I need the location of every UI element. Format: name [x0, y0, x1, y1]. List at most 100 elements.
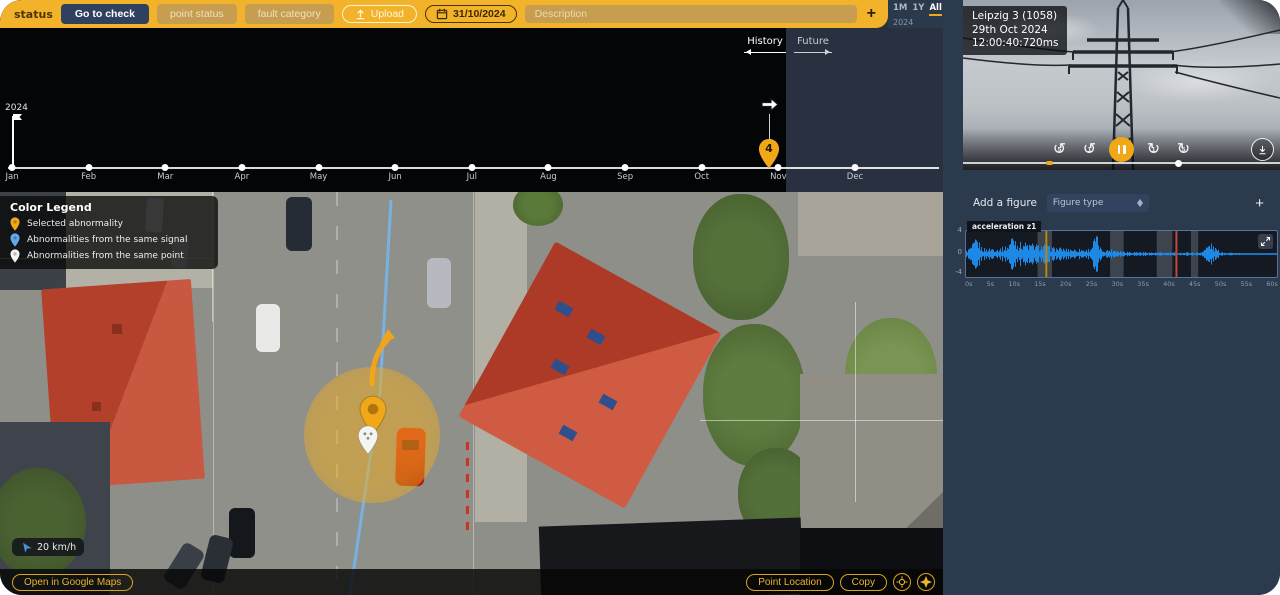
add-figure-button[interactable]: + [1249, 195, 1270, 212]
timeline-point-mar[interactable] [162, 164, 169, 171]
upload-button[interactable]: Upload [342, 5, 417, 23]
x-tick-label: 0s [965, 280, 973, 288]
point-location-button[interactable]: Point Location [746, 574, 833, 591]
timeline-point-feb[interactable] [85, 164, 92, 171]
camera-date: 29th Oct 2024 [972, 24, 1058, 38]
skip-back-1-button[interactable]: ↺1 [1079, 139, 1100, 160]
chart-xticks: 0s5s10s15s20s25s30s35s40s45s50s55s60s [965, 280, 1278, 288]
upload-icon [355, 9, 366, 20]
x-tick-label: 50s [1215, 280, 1227, 288]
expand-icon [1260, 236, 1271, 247]
speed-badge: 20 km/h [12, 538, 84, 556]
timeline-month-label: Jan [5, 172, 18, 182]
map-pin-icon [10, 233, 20, 247]
jump-to-event-button[interactable] [760, 96, 780, 113]
timeline-month-label: Apr [235, 172, 250, 182]
map-bottom-bar: Open in Google Maps Point Location Copy [0, 569, 943, 595]
range-option-1y[interactable]: 1Y [912, 3, 924, 16]
status-label: status [14, 8, 53, 21]
camera-view[interactable]: Leipzig 3 (1058) 29th Oct 2024 12:00:40:… [963, 0, 1280, 170]
timeline-point-oct[interactable] [698, 164, 705, 171]
selected-date-marker[interactable]: 4 [758, 138, 780, 168]
x-tick-label: 40s [1163, 280, 1175, 288]
timeline-month-label: Dec [847, 172, 863, 182]
x-tick-label: 35s [1137, 280, 1149, 288]
x-tick-label: 55s [1240, 280, 1252, 288]
x-tick-label: 10s [1008, 280, 1020, 288]
app-window: History Future 2024 JanFebMarAprMayJunJu… [0, 0, 1280, 595]
open-google-maps-button[interactable]: Open in Google Maps [12, 574, 133, 591]
x-tick-label: 25s [1086, 280, 1098, 288]
map-actions: Point Location Copy [746, 573, 935, 591]
y-tick-label: -4 [947, 268, 962, 276]
range-option-all[interactable]: All [929, 3, 941, 16]
timeline-point-aug[interactable] [545, 164, 552, 171]
waveform-canvas[interactable] [966, 231, 1277, 277]
add-figure-label: Add a figure [973, 197, 1037, 209]
y-tick-label: 4 [947, 226, 962, 234]
skip-amount-label: 1 [1088, 147, 1092, 154]
download-icon [1258, 144, 1267, 156]
x-tick-label: 45s [1189, 280, 1201, 288]
timeline-point-jun[interactable] [392, 164, 399, 171]
compass-button[interactable] [917, 573, 935, 591]
pause-button[interactable] [1109, 137, 1134, 162]
copy-button[interactable]: Copy [840, 574, 887, 591]
chart-title: acceleration z1 [967, 221, 1041, 232]
range-option-1m[interactable]: 1M [893, 3, 907, 16]
legend-item: Selected abnormality [10, 217, 210, 231]
go-to-check-button[interactable]: Go to check [61, 4, 149, 24]
map-satellite-view[interactable]: Color Legend Selected abnormalityAbnorma… [0, 192, 943, 595]
skip-back-5-button[interactable]: ↺5 [1049, 139, 1070, 160]
skip-amount-label: 5 [1058, 147, 1062, 154]
map-pin-icon [357, 425, 379, 455]
map-pin-icon [10, 217, 20, 231]
compass-icon [920, 576, 932, 588]
skip-forward-5-button[interactable]: ↻5 [1173, 139, 1194, 160]
crosshair-icon [896, 576, 908, 588]
timeline-point-apr[interactable] [238, 164, 245, 171]
skip-amount-label: 1 [1152, 147, 1156, 154]
timeline-point-jan[interactable] [9, 164, 16, 171]
pause-icon [1118, 145, 1121, 154]
timeline-panel: History Future 2024 JanFebMarAprMayJunJu… [0, 0, 943, 192]
fault-category-button[interactable]: fault category [245, 4, 334, 24]
timeline-month-label: Oct [694, 172, 709, 182]
timeline-point-jul[interactable] [468, 164, 475, 171]
chevron-updown-icon [1137, 196, 1143, 210]
arrow-right-icon [760, 96, 780, 113]
figure-type-select[interactable]: Figure type [1047, 194, 1149, 212]
center-target-button[interactable] [893, 573, 911, 591]
timeline-year-label: 2024 [5, 103, 28, 113]
video-progress-bar[interactable] [963, 162, 1280, 164]
x-tick-label: 15s [1034, 280, 1046, 288]
abnormality-count-badge: 4 [758, 142, 780, 155]
timeline-month-label: Nov [770, 172, 787, 182]
tab-future[interactable]: Future [794, 36, 832, 53]
timeline-point-sep[interactable] [622, 164, 629, 171]
download-button[interactable] [1251, 138, 1274, 161]
same-point-abnormality-pin[interactable] [357, 425, 379, 455]
timeline-month-label: Aug [540, 172, 557, 182]
date-picker[interactable]: 31/10/2024 [425, 5, 517, 23]
skip-forward-1-button[interactable]: ↻1 [1143, 139, 1164, 160]
description-input[interactable] [525, 5, 857, 23]
color-legend: Color Legend Selected abnormalityAbnorma… [0, 196, 218, 269]
skip-amount-label: 5 [1182, 147, 1186, 154]
point-status-button[interactable]: point status [157, 4, 237, 24]
legend-item: Abnormalities from the same signal [10, 233, 210, 247]
camera-info-badge: Leipzig 3 (1058) 29th Oct 2024 12:00:40:… [963, 6, 1067, 55]
timeline-month-label: Feb [81, 172, 96, 182]
expand-chart-button[interactable] [1258, 234, 1273, 249]
add-entry-button[interactable]: + [865, 6, 878, 22]
video-controls: ↺5 ↺1 ↻1 ↻5 [963, 137, 1280, 162]
tab-history[interactable]: History [744, 36, 786, 53]
timeline-point-dec[interactable] [852, 164, 859, 171]
timeline-month-label: Mar [157, 172, 173, 182]
x-tick-label: 5s [987, 280, 995, 288]
timeline-month-label: Jun [389, 172, 402, 182]
timeline-point-may[interactable] [315, 164, 322, 171]
playhead[interactable] [1175, 160, 1182, 167]
future-arrow-icon [794, 52, 832, 53]
acceleration-chart[interactable] [965, 230, 1278, 278]
